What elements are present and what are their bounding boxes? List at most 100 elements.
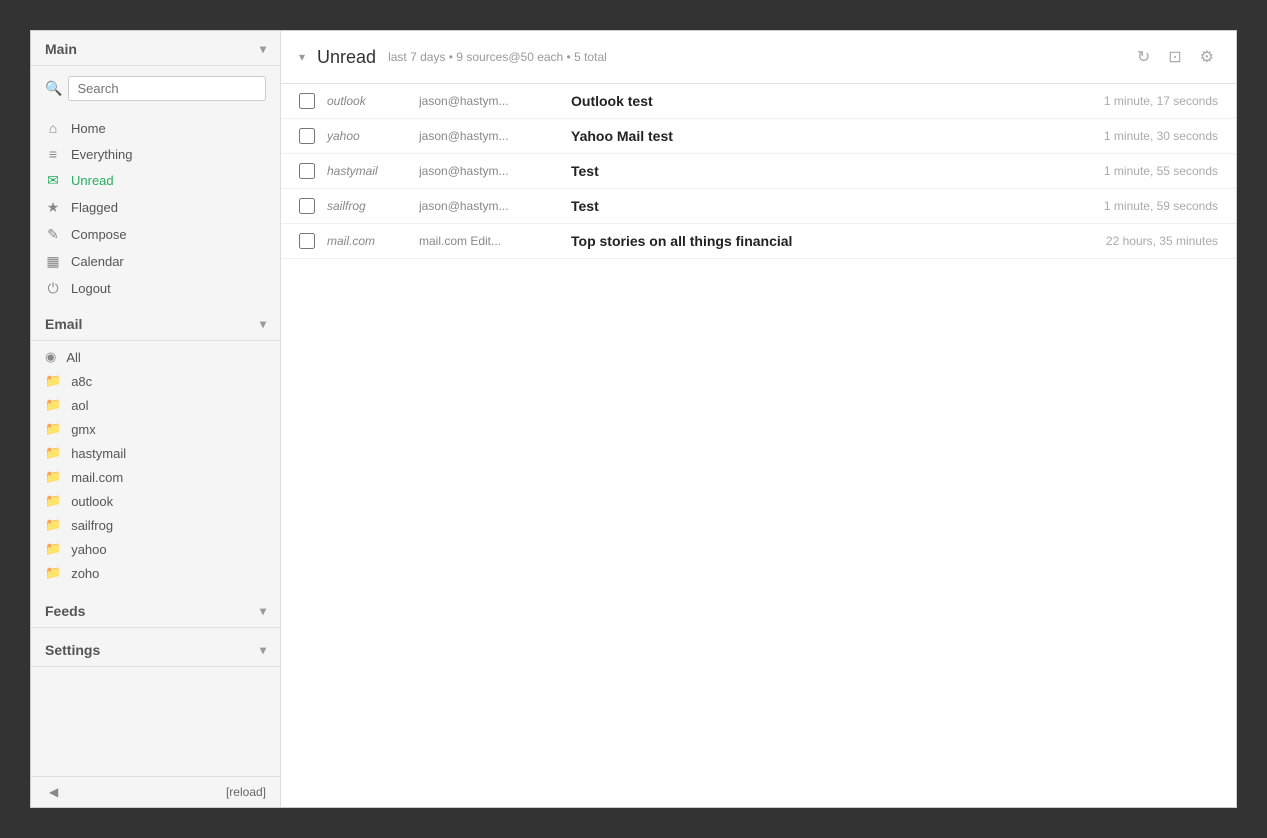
folder-icon-hastymail: 📁 xyxy=(45,445,61,461)
email-item-label-all: All xyxy=(66,350,80,365)
table-row[interactable]: mail.com mail.com Edit... Top stories on… xyxy=(281,224,1236,259)
email-item-label-outlook: outlook xyxy=(71,494,113,509)
settings-section-header[interactable]: Settings ▾ xyxy=(31,632,280,667)
table-row[interactable]: sailfrog jason@hastym... Test 1 minute, … xyxy=(281,189,1236,224)
header-meta: last 7 days • 9 sources@50 each • 5 tota… xyxy=(388,50,607,64)
email-item-outlook[interactable]: 📁 outlook xyxy=(31,489,280,513)
nav-item-logout[interactable]: ⏻ Logout xyxy=(31,275,280,302)
email-items-list: ◉ All 📁 a8c 📁 aol 📁 gmx 📁 hastymai xyxy=(31,341,280,589)
nav-item-home[interactable]: ⌂ Home xyxy=(31,115,280,141)
settings-section: Settings ▾ xyxy=(31,632,280,667)
email-item-sailfrog[interactable]: 📁 sailfrog xyxy=(31,513,280,537)
row-subject-5: Top stories on all things financial xyxy=(571,233,1094,249)
email-item-gmx[interactable]: 📁 gmx xyxy=(31,417,280,441)
email-item-zoho[interactable]: 📁 zoho xyxy=(31,561,280,585)
calendar-icon: ▦ xyxy=(45,253,61,270)
folder-icon-zoho: 📁 xyxy=(45,565,61,581)
email-item-label-zoho: zoho xyxy=(71,566,99,581)
nav-item-calendar[interactable]: ▦ Calendar xyxy=(31,248,280,275)
email-item-a8c[interactable]: 📁 a8c xyxy=(31,369,280,393)
email-section-header[interactable]: Email ▾ xyxy=(31,306,280,341)
row-source-1: outlook xyxy=(327,94,407,108)
email-table: outlook jason@hastym... Outlook test 1 m… xyxy=(281,84,1236,807)
header-actions: ↻ ⊡ ⚙ xyxy=(1133,43,1218,71)
app-container: Main ▾ 🔍 ⌂ Home ≡ Everything ✉ Unread ★ xyxy=(30,30,1237,808)
row-sender-1: jason@hastym... xyxy=(419,94,559,108)
row-subject-1: Outlook test xyxy=(571,93,1092,109)
unread-icon: ✉ xyxy=(45,172,61,189)
email-item-label-aol: aol xyxy=(71,398,88,413)
email-item-mailcom[interactable]: 📁 mail.com xyxy=(31,465,280,489)
compose-icon: ✎ xyxy=(45,226,61,243)
email-item-label-yahoo: yahoo xyxy=(71,542,106,557)
flagged-icon: ★ xyxy=(45,199,61,216)
table-row[interactable]: outlook jason@hastym... Outlook test 1 m… xyxy=(281,84,1236,119)
sidebar: Main ▾ 🔍 ⌂ Home ≡ Everything ✉ Unread ★ xyxy=(31,31,281,807)
row-checkbox-3[interactable] xyxy=(299,163,315,179)
email-item-label-mailcom: mail.com xyxy=(71,470,123,485)
nav-item-compose[interactable]: ✎ Compose xyxy=(31,221,280,248)
main-content: ▾ Unread last 7 days • 9 sources@50 each… xyxy=(281,31,1236,807)
folder-icon-sailfrog: 📁 xyxy=(45,517,61,533)
row-checkbox-1[interactable] xyxy=(299,93,315,109)
row-time-5: 22 hours, 35 minutes xyxy=(1106,234,1218,248)
view-dropdown-arrow[interactable]: ▾ xyxy=(299,50,305,64)
nav-item-unread[interactable]: ✉ Unread xyxy=(31,167,280,194)
row-source-3: hastymail xyxy=(327,164,407,178)
row-checkbox-5[interactable] xyxy=(299,233,315,249)
reload-link[interactable]: [reload] xyxy=(226,785,266,799)
nav-item-everything[interactable]: ≡ Everything xyxy=(31,141,280,167)
folder-icon-a8c: 📁 xyxy=(45,373,61,389)
email-item-all[interactable]: ◉ All xyxy=(31,345,280,369)
row-source-4: sailfrog xyxy=(327,199,407,213)
email-section-chevron: ▾ xyxy=(260,317,266,331)
nav-section: ⌂ Home ≡ Everything ✉ Unread ★ Flagged ✎… xyxy=(31,115,280,302)
sidebar-bottom: ◀ [reload] xyxy=(31,776,280,807)
settings-section-chevron: ▾ xyxy=(260,643,266,657)
row-subject-2: Yahoo Mail test xyxy=(571,128,1092,144)
collapse-button[interactable]: ◀ xyxy=(45,783,62,801)
nav-label-unread: Unread xyxy=(71,173,114,188)
main-section-chevron: ▾ xyxy=(260,42,266,56)
nav-label-everything: Everything xyxy=(71,147,132,162)
row-sender-2: jason@hastym... xyxy=(419,129,559,143)
email-item-aol[interactable]: 📁 aol xyxy=(31,393,280,417)
archive-button[interactable]: ⊡ xyxy=(1164,43,1185,71)
nav-label-home: Home xyxy=(71,121,106,136)
feeds-section-header[interactable]: Feeds ▾ xyxy=(31,593,280,628)
nav-label-flagged: Flagged xyxy=(71,200,118,215)
folder-icon-gmx: 📁 xyxy=(45,421,61,437)
search-input[interactable] xyxy=(68,76,266,101)
row-sender-4: jason@hastym... xyxy=(419,199,559,213)
all-icon: ◉ xyxy=(45,349,56,365)
search-icon: 🔍 xyxy=(45,80,62,97)
folder-icon-mailcom: 📁 xyxy=(45,469,61,485)
nav-label-calendar: Calendar xyxy=(71,254,124,269)
settings-button[interactable]: ⚙ xyxy=(1196,43,1218,71)
settings-section-label: Settings xyxy=(45,642,100,658)
nav-label-logout: Logout xyxy=(71,281,111,296)
row-checkbox-2[interactable] xyxy=(299,128,315,144)
feeds-section-label: Feeds xyxy=(45,603,85,619)
row-subject-4: Test xyxy=(571,198,1092,214)
home-icon: ⌂ xyxy=(45,120,61,136)
row-time-2: 1 minute, 30 seconds xyxy=(1104,129,1218,143)
email-item-label-hastymail: hastymail xyxy=(71,446,126,461)
refresh-button[interactable]: ↻ xyxy=(1133,43,1154,71)
everything-icon: ≡ xyxy=(45,146,61,162)
row-source-2: yahoo xyxy=(327,129,407,143)
email-item-yahoo[interactable]: 📁 yahoo xyxy=(31,537,280,561)
table-row[interactable]: yahoo jason@hastym... Yahoo Mail test 1 … xyxy=(281,119,1236,154)
email-item-hastymail[interactable]: 📁 hastymail xyxy=(31,441,280,465)
row-checkbox-4[interactable] xyxy=(299,198,315,214)
folder-icon-yahoo: 📁 xyxy=(45,541,61,557)
row-subject-3: Test xyxy=(571,163,1092,179)
main-section-header[interactable]: Main ▾ xyxy=(31,31,280,66)
nav-item-flagged[interactable]: ★ Flagged xyxy=(31,194,280,221)
row-sender-5: mail.com Edit... xyxy=(419,234,559,248)
main-header: ▾ Unread last 7 days • 9 sources@50 each… xyxy=(281,31,1236,84)
feeds-section-chevron: ▾ xyxy=(260,604,266,618)
folder-icon-outlook: 📁 xyxy=(45,493,61,509)
table-row[interactable]: hastymail jason@hastym... Test 1 minute,… xyxy=(281,154,1236,189)
row-time-1: 1 minute, 17 seconds xyxy=(1104,94,1218,108)
